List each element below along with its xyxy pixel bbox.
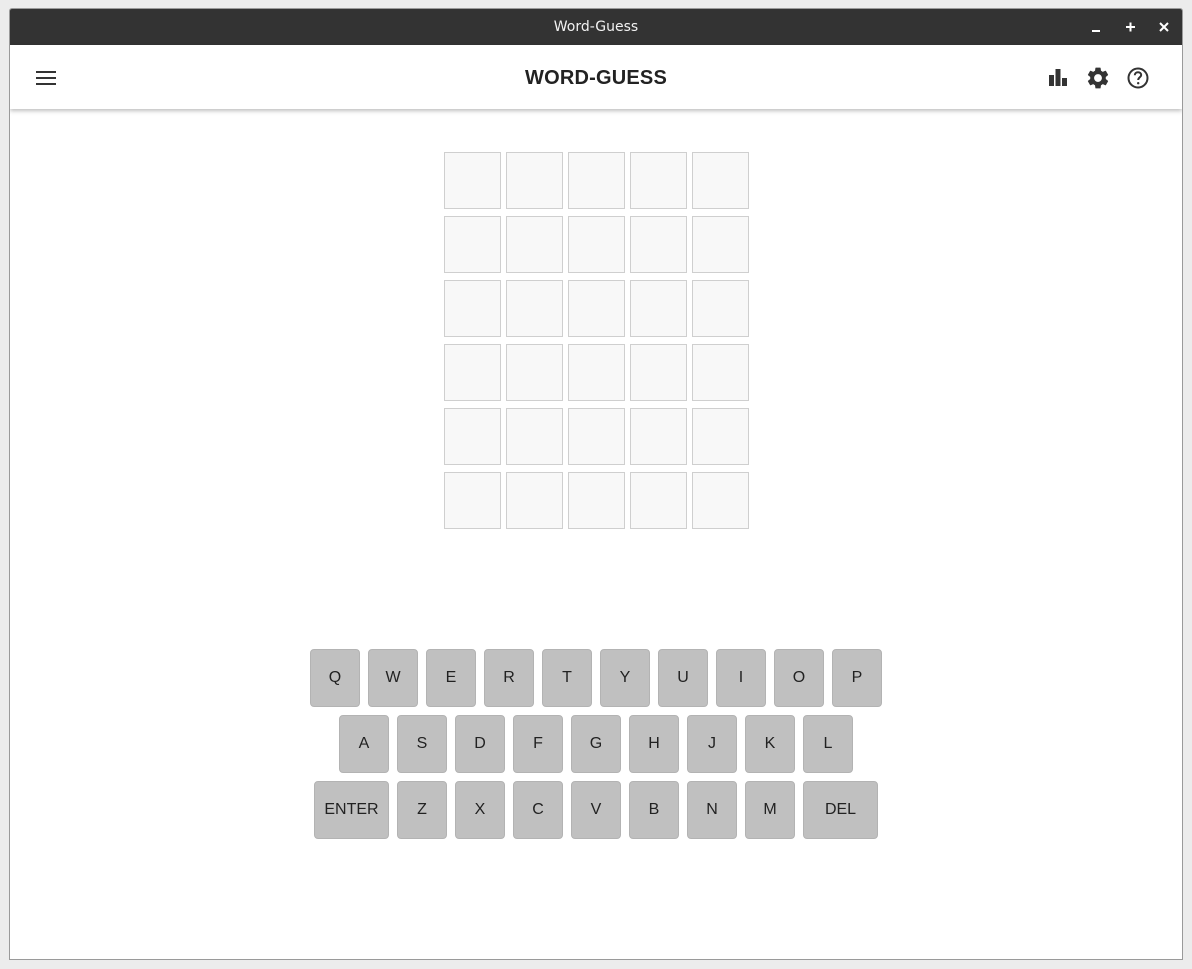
key-c[interactable]: C bbox=[513, 781, 563, 839]
letter-tile bbox=[444, 472, 501, 529]
page-title: WORD-GUESS bbox=[525, 67, 667, 89]
keyboard-row: Q W E R T Y U I O P bbox=[10, 649, 1182, 707]
letter-tile bbox=[630, 280, 687, 337]
letter-tile bbox=[692, 472, 749, 529]
key-k[interactable]: K bbox=[745, 715, 795, 773]
key-f[interactable]: F bbox=[513, 715, 563, 773]
letter-tile bbox=[568, 152, 625, 209]
guess-board bbox=[444, 152, 750, 536]
key-j[interactable]: J bbox=[687, 715, 737, 773]
letter-tile bbox=[506, 344, 563, 401]
key-q[interactable]: Q bbox=[310, 649, 360, 707]
key-m[interactable]: M bbox=[745, 781, 795, 839]
board-row bbox=[444, 152, 750, 209]
letter-tile bbox=[630, 408, 687, 465]
board-row bbox=[444, 280, 750, 337]
key-h[interactable]: H bbox=[629, 715, 679, 773]
letter-tile bbox=[692, 408, 749, 465]
letter-tile bbox=[506, 216, 563, 273]
keyboard-row: ENTER Z X C V B N M DEL bbox=[10, 781, 1182, 839]
on-screen-keyboard: Q W E R T Y U I O P A S D F G H J K L EN… bbox=[10, 649, 1182, 847]
help-icon bbox=[1127, 67, 1149, 89]
letter-tile bbox=[444, 408, 501, 465]
letter-tile bbox=[506, 152, 563, 209]
letter-tile bbox=[692, 344, 749, 401]
letter-tile bbox=[630, 472, 687, 529]
stats-button[interactable] bbox=[1045, 65, 1071, 91]
close-button[interactable] bbox=[1154, 17, 1174, 37]
letter-tile bbox=[444, 280, 501, 337]
keyboard-row: A S D F G H J K L bbox=[10, 715, 1182, 773]
key-r[interactable]: R bbox=[484, 649, 534, 707]
settings-button[interactable] bbox=[1085, 65, 1111, 91]
board-row bbox=[444, 216, 750, 273]
key-a[interactable]: A bbox=[339, 715, 389, 773]
letter-tile bbox=[568, 216, 625, 273]
key-t[interactable]: T bbox=[542, 649, 592, 707]
key-o[interactable]: O bbox=[774, 649, 824, 707]
board-row bbox=[444, 472, 750, 529]
help-button[interactable] bbox=[1125, 65, 1151, 91]
letter-tile bbox=[568, 344, 625, 401]
key-x[interactable]: X bbox=[455, 781, 505, 839]
letter-tile bbox=[692, 280, 749, 337]
key-v[interactable]: V bbox=[571, 781, 621, 839]
key-g[interactable]: G bbox=[571, 715, 621, 773]
minimize-button[interactable] bbox=[1086, 17, 1106, 37]
key-d[interactable]: D bbox=[455, 715, 505, 773]
key-e[interactable]: E bbox=[426, 649, 476, 707]
letter-tile bbox=[692, 152, 749, 209]
letter-tile bbox=[692, 216, 749, 273]
key-y[interactable]: Y bbox=[600, 649, 650, 707]
letter-tile bbox=[506, 280, 563, 337]
letter-tile bbox=[506, 408, 563, 465]
key-s[interactable]: S bbox=[397, 715, 447, 773]
key-z[interactable]: Z bbox=[397, 781, 447, 839]
delete-key[interactable]: DEL bbox=[803, 781, 878, 839]
letter-tile bbox=[444, 344, 501, 401]
letter-tile bbox=[444, 152, 501, 209]
board-row bbox=[444, 344, 750, 401]
letter-tile bbox=[568, 280, 625, 337]
enter-key[interactable]: ENTER bbox=[314, 781, 389, 839]
key-u[interactable]: U bbox=[658, 649, 708, 707]
window-titlebar[interactable]: Word-Guess bbox=[10, 9, 1182, 45]
key-p[interactable]: P bbox=[832, 649, 882, 707]
letter-tile bbox=[444, 216, 501, 273]
app-header: WORD-GUESS bbox=[10, 45, 1182, 109]
letter-tile bbox=[630, 344, 687, 401]
maximize-icon bbox=[1126, 22, 1135, 32]
letter-tile bbox=[568, 408, 625, 465]
board-row bbox=[444, 408, 750, 465]
key-i[interactable]: I bbox=[716, 649, 766, 707]
settings-icon bbox=[1087, 67, 1109, 89]
letter-tile bbox=[506, 472, 563, 529]
key-w[interactable]: W bbox=[368, 649, 418, 707]
key-n[interactable]: N bbox=[687, 781, 737, 839]
maximize-button[interactable] bbox=[1120, 17, 1140, 37]
letter-tile bbox=[630, 152, 687, 209]
window-title: Word-Guess bbox=[553, 19, 639, 35]
letter-tile bbox=[568, 472, 625, 529]
close-icon bbox=[1159, 22, 1169, 32]
stats-icon bbox=[1049, 69, 1067, 86]
key-b[interactable]: B bbox=[629, 781, 679, 839]
minimize-icon bbox=[1092, 30, 1100, 32]
app-window: Word-Guess WORD-GUESS Q W E R T Y U I O … bbox=[9, 8, 1183, 960]
letter-tile bbox=[630, 216, 687, 273]
key-l[interactable]: L bbox=[803, 715, 853, 773]
